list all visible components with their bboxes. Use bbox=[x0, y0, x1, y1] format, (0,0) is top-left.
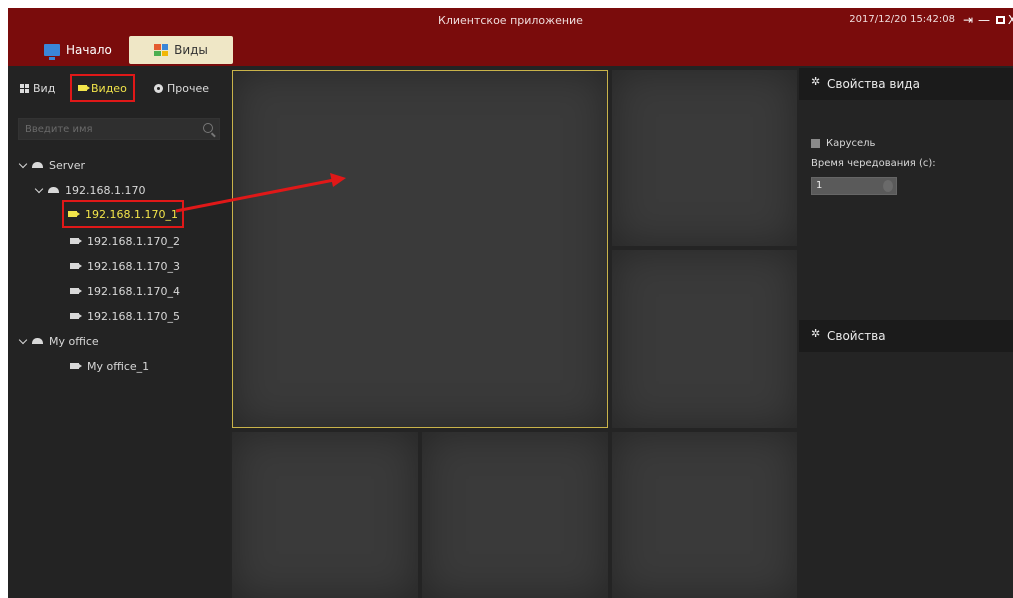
server-icon bbox=[32, 338, 43, 344]
logout-icon[interactable]: ⇥ bbox=[961, 12, 975, 28]
carousel-option[interactable]: Карусель bbox=[811, 138, 875, 149]
search-input[interactable] bbox=[19, 119, 219, 139]
subtab-other-label: Прочее bbox=[167, 81, 210, 95]
title-bar: Клиентское приложение 2017/12/20 15:42:0… bbox=[8, 8, 1013, 34]
tree-camera[interactable]: 192.168.1.170_4 bbox=[70, 282, 180, 300]
interval-spinbox[interactable]: 1 bbox=[811, 177, 897, 195]
chevron-down-icon[interactable] bbox=[18, 335, 28, 344]
server-icon bbox=[48, 187, 59, 193]
tree-camera-label: 192.168.1.170_1 bbox=[85, 207, 178, 221]
carousel-label: Карусель bbox=[826, 138, 876, 149]
camera-icon bbox=[70, 238, 82, 244]
tree-node-server[interactable]: Server bbox=[18, 156, 86, 174]
camera-icon bbox=[78, 85, 90, 91]
tab-views-label: Виды bbox=[174, 43, 208, 57]
tree-camera-label: 192.168.1.170_2 bbox=[87, 234, 180, 248]
tree-camera-label: My office_1 bbox=[87, 359, 150, 373]
camera-icon bbox=[70, 313, 82, 319]
tree-camera[interactable]: 192.168.1.170_2 bbox=[70, 232, 180, 250]
search-icon[interactable] bbox=[203, 123, 213, 133]
spin-arrows-icon[interactable] bbox=[883, 180, 893, 192]
search-box bbox=[18, 118, 220, 140]
chevron-down-icon[interactable] bbox=[34, 184, 44, 193]
tree-host-label: 192.168.1.170 bbox=[65, 183, 146, 197]
chevron-down-icon[interactable] bbox=[18, 159, 28, 168]
camera-icon bbox=[70, 263, 82, 269]
video-grid bbox=[230, 66, 799, 598]
view-properties-title: Свойства вида bbox=[827, 77, 920, 91]
circle-gear-icon bbox=[154, 83, 163, 93]
video-cell[interactable] bbox=[612, 70, 797, 246]
camera-icon bbox=[68, 211, 80, 217]
tab-home[interactable]: Начало bbox=[34, 36, 122, 64]
datetime: 2017/12/20 15:42:08 bbox=[849, 14, 955, 25]
grid-small-icon bbox=[20, 83, 29, 93]
video-cell[interactable] bbox=[612, 250, 797, 428]
maximize-icon bbox=[995, 16, 1005, 24]
tree-camera-label: 192.168.1.170_4 bbox=[87, 284, 180, 298]
subtab-other[interactable]: Прочее bbox=[154, 75, 209, 101]
tab-views[interactable]: Виды bbox=[129, 36, 233, 64]
tree-camera-label: 192.168.1.170_5 bbox=[87, 309, 180, 323]
main-tab-bar: Начало Виды bbox=[8, 34, 1013, 66]
camera-icon bbox=[70, 363, 82, 369]
interval-label: Время чередования (с): bbox=[811, 158, 936, 169]
video-cell-main[interactable] bbox=[232, 70, 608, 428]
left-panel: Вид Видео Прочее Server 192.168.1.170 bbox=[8, 66, 230, 598]
tree-camera-selected[interactable]: 192.168.1.170_1 bbox=[62, 200, 184, 228]
tree-camera[interactable]: 192.168.1.170_3 bbox=[70, 257, 180, 275]
video-cell[interactable] bbox=[232, 432, 418, 598]
close-button[interactable]: X bbox=[1005, 12, 1013, 28]
subtab-view-label: Вид bbox=[33, 81, 56, 95]
tree-camera[interactable]: 192.168.1.170_5 bbox=[70, 307, 180, 325]
subtab-view[interactable]: Вид bbox=[20, 75, 55, 101]
tree-server-label: Server bbox=[49, 158, 86, 172]
subtab-video-label: Видео bbox=[91, 81, 127, 95]
video-cell[interactable] bbox=[612, 432, 797, 598]
interval-value: 1 bbox=[816, 180, 823, 191]
tree-node-host[interactable]: 192.168.1.170 bbox=[34, 181, 146, 199]
tree-camera[interactable]: My office_1 bbox=[70, 357, 149, 375]
tree-office-label: My office bbox=[49, 334, 99, 348]
right-panel: Свойства вида Карусель Время чередования… bbox=[799, 66, 1013, 598]
tree-camera-label: 192.168.1.170_3 bbox=[87, 259, 180, 273]
grid-icon bbox=[154, 44, 169, 56]
properties-header: Свойства bbox=[799, 320, 1013, 352]
monitor-icon bbox=[44, 44, 60, 60]
subtab-video[interactable]: Видео bbox=[70, 74, 135, 102]
carousel-checkbox[interactable] bbox=[811, 139, 820, 148]
gear-icon bbox=[811, 75, 821, 89]
gear-icon bbox=[811, 327, 821, 341]
properties-title: Свойства bbox=[827, 329, 886, 343]
client-app-window: Клиентское приложение 2017/12/20 15:42:0… bbox=[8, 8, 1013, 598]
tab-home-label: Начало bbox=[66, 43, 112, 57]
view-properties-header: Свойства вида bbox=[799, 68, 1013, 100]
minimize-button[interactable]: — bbox=[977, 12, 991, 28]
tree-node-office[interactable]: My office bbox=[18, 332, 99, 350]
left-subtabs: Вид Видео Прочее bbox=[8, 66, 230, 114]
server-icon bbox=[32, 162, 43, 168]
video-cell[interactable] bbox=[422, 432, 608, 598]
camera-icon bbox=[70, 288, 82, 294]
